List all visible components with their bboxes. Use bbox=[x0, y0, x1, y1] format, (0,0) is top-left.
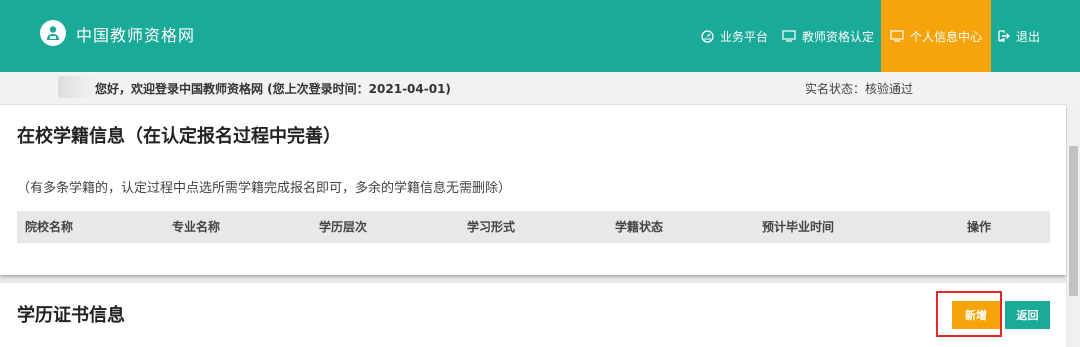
school-record-section: 在校学籍信息（在认定报名过程中完善） （有多条学籍的，认定过程中点选所需学籍完成… bbox=[0, 105, 1066, 275]
section-title: 学历证书信息 bbox=[17, 305, 125, 326]
site-title[interactable]: 中国教师资格网 bbox=[76, 22, 195, 46]
table-header: 院校名称 专业名称 学历层次 学习形式 学籍状态 预计毕业时间 操作 bbox=[17, 211, 1050, 243]
logout-icon bbox=[998, 30, 1010, 42]
back-button[interactable]: 返回 bbox=[1005, 301, 1050, 329]
scrollbar[interactable] bbox=[1067, 104, 1080, 347]
nav-label: 教师资格认定 bbox=[801, 29, 874, 44]
nav-label: 个人信息中心 bbox=[909, 29, 982, 44]
nav-item-business-platform[interactable]: 业务平台 bbox=[694, 0, 775, 72]
section-note: （有多条学籍的，认定过程中点选所需学籍完成报名即可，多余的学籍信息无需删除） bbox=[17, 181, 512, 196]
nav-label: 业务平台 bbox=[719, 29, 768, 44]
speedometer-icon bbox=[701, 29, 714, 43]
nav-label: 退出 bbox=[1015, 29, 1040, 44]
top-navigation-bar: 中国教师资格网 业务平台 教师资格认定 个人信息中心 退出 bbox=[0, 0, 1080, 72]
welcome-bar: 您好，欢迎登录中国教师资格网 (您上次登录时间：2021-04-01) 实名状态… bbox=[0, 72, 1080, 105]
degree-certificate-section: 学历证书信息 新增 返回 bbox=[0, 283, 1066, 347]
column-header: 学历层次 bbox=[319, 220, 368, 234]
column-header: 专业名称 bbox=[172, 220, 221, 234]
nav-item-logout[interactable]: 退出 bbox=[991, 0, 1080, 72]
column-header: 院校名称 bbox=[25, 220, 74, 234]
monitor-icon bbox=[782, 30, 796, 42]
avatar bbox=[58, 76, 98, 98]
column-header: 学籍状态 bbox=[615, 220, 664, 234]
column-header: 学习形式 bbox=[467, 220, 516, 234]
scrollbar-thumb[interactable] bbox=[1069, 146, 1078, 296]
add-button[interactable]: 新增 bbox=[952, 301, 1000, 329]
column-header: 预计毕业时间 bbox=[762, 220, 835, 234]
welcome-message: 您好，欢迎登录中国教师资格网 (您上次登录时间：2021-04-01) bbox=[95, 82, 451, 96]
main-nav: 业务平台 教师资格认定 个人信息中心 退出 bbox=[694, 0, 1080, 72]
column-header: 操作 bbox=[967, 220, 992, 234]
realname-status: 实名状态：核验通过 bbox=[805, 82, 914, 96]
logo-icon bbox=[40, 20, 66, 46]
monitor-icon bbox=[890, 30, 904, 42]
nav-item-personal-center[interactable]: 个人信息中心 bbox=[880, 0, 991, 72]
nav-item-teacher-certification[interactable]: 教师资格认定 bbox=[775, 0, 881, 72]
section-title: 在校学籍信息（在认定报名过程中完善） bbox=[17, 126, 341, 147]
